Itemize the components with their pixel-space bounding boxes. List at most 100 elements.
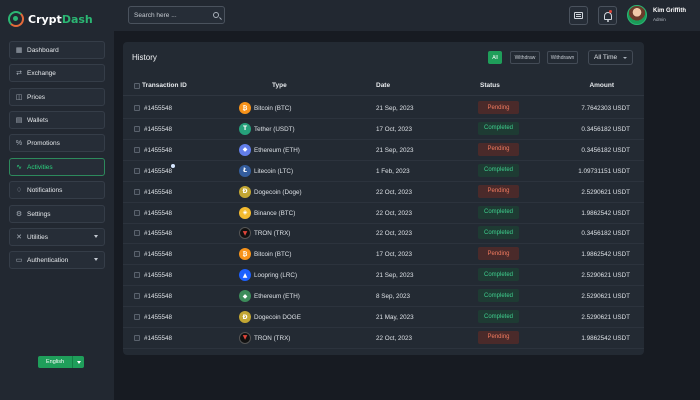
avatar[interactable] <box>627 5 647 25</box>
col-amount: Amount <box>589 82 614 89</box>
table-row[interactable]: #1455548 ₿ Bitcoin (BTC) 17 Oct, 2023 Pendin… <box>123 244 644 266</box>
chevron-down-icon[interactable] <box>72 356 85 368</box>
transaction-id: #1455548 <box>144 209 173 217</box>
transaction-type: Bitcoin (BTC) <box>254 105 292 112</box>
row-checkbox[interactable] <box>134 167 140 174</box>
sidebar-item-activities[interactable]: ∿ Activities <box>9 158 105 176</box>
sidebar-item-notifications[interactable]: ♢ Notifications <box>9 181 105 199</box>
sidebar-item-prices[interactable]: ◫ Prices <box>9 88 105 106</box>
status-badge: Pending <box>478 330 519 344</box>
transaction-date: 22 Oct, 2023 <box>376 230 413 238</box>
row-checkbox[interactable] <box>134 314 140 320</box>
transaction-date: 22 Oct, 2023 <box>376 188 413 196</box>
sidebar: CryptDash ▦ Dashboard ⇄ Exchange ◫ Prices ▤ Wal… <box>0 0 114 400</box>
language-button[interactable]: English <box>38 356 73 368</box>
sidebar-item-settings[interactable]: ⚙ Settings <box>9 205 105 223</box>
table-row[interactable]: #1455548 ◆ Ethereum (ETH) 8 Sep, 2023 Comple… <box>123 286 644 308</box>
transaction-amount: 0.3456182 USDT <box>581 125 630 133</box>
status-badge: Completed <box>478 310 519 323</box>
transaction-id: #1455548 <box>144 230 173 238</box>
row-checkbox[interactable] <box>134 146 140 153</box>
row-checkbox[interactable] <box>134 209 140 216</box>
notification-dot <box>609 10 612 13</box>
status-badge: Pending <box>478 247 519 261</box>
transaction-amount: 1.9862542 USDT <box>581 209 630 217</box>
brand-name: CryptDash <box>28 12 93 26</box>
btc-coin-icon: ₿ <box>239 102 251 114</box>
transaction-type: TRON (TRX) <box>254 334 291 342</box>
col-type: Type <box>272 82 287 89</box>
search-box[interactable] <box>128 6 225 24</box>
transaction-id: #1455548 <box>144 125 173 133</box>
table-row[interactable]: #1455548 Ð Dogecoin DOGE 21 May, 2023 Comple… <box>123 307 644 328</box>
sidebar-item-label: Activities <box>27 163 53 171</box>
brand-logo[interactable]: CryptDash <box>8 9 93 29</box>
transaction-type: Litecoin (LTC) <box>254 167 294 175</box>
filter-withdraw[interactable]: Withdraw <box>510 51 540 64</box>
ltc-coin-icon: Ł <box>239 164 251 177</box>
transaction-date: 1 Feb, 2023 <box>376 167 410 175</box>
messages-button[interactable] <box>569 6 588 25</box>
eth2-coin-icon: ◆ <box>239 290 251 303</box>
transaction-type: Tether (USDT) <box>254 125 295 133</box>
row-checkbox[interactable] <box>134 188 140 195</box>
user-name[interactable]: Kim Griffith <box>653 8 686 14</box>
sidebar-item-dashboard[interactable]: ▦ Dashboard <box>9 41 105 59</box>
transaction-id: #1455548 <box>144 293 173 301</box>
table-row[interactable]: #1455548 ◆ Ethereum (ETH) 21 Sep, 2023 Pendi… <box>123 140 644 161</box>
sidebar-item-wallets[interactable]: ▤ Wallets <box>9 111 105 129</box>
transaction-id: #1455548 <box>144 188 173 196</box>
sidebar-item-exchange[interactable]: ⇄ Exchange <box>9 64 105 82</box>
select-all-checkbox[interactable] <box>134 83 140 89</box>
sidebar-item-promotions[interactable]: % Promotions <box>9 134 105 152</box>
table-row[interactable]: #1455548 ◈ Binance (BTC) 22 Oct, 2023 Comple… <box>123 203 644 224</box>
table-row[interactable]: #1455548 ▲ Loopring (LRC) 21 Sep, 2023 Compl… <box>123 265 644 287</box>
row-checkbox[interactable] <box>134 272 140 279</box>
eth-coin-icon: ◆ <box>239 143 251 156</box>
transaction-type: TRON (TRX) <box>254 230 291 238</box>
filter-all[interactable]: All <box>488 51 502 64</box>
table-row[interactable]: #1455548 ▼ TRON (TRX) 22 Oct, 2023 Completed… <box>123 223 644 245</box>
transaction-id: #1455548 <box>144 251 173 259</box>
table-row[interactable]: #1455548 Ð Dogecoin (Doge) 22 Oct, 2023 Pend… <box>123 182 644 203</box>
transaction-amount: 2.5290621 USDT <box>581 293 630 301</box>
language-selector[interactable]: English <box>38 356 85 368</box>
status-badge: Completed <box>478 268 519 282</box>
search-input[interactable] <box>134 10 212 21</box>
search-icon[interactable] <box>213 12 219 18</box>
price-tag-icon: ◫ <box>15 94 23 101</box>
lrc-coin-icon: ▲ <box>239 269 251 282</box>
row-checkbox[interactable] <box>134 105 140 111</box>
trx-coin-icon: ▼ <box>239 331 251 344</box>
notifications-button[interactable] <box>598 6 617 25</box>
table-row[interactable]: #1455548 T Tether (USDT) 17 Oct, 2023 Comple… <box>123 119 644 140</box>
table-header: Transaction ID Type Date Status Amount <box>123 76 644 96</box>
top-header: Kim Griffith Admin <box>114 0 700 31</box>
percent-icon: % <box>15 139 23 147</box>
table-row[interactable]: #1455548 Ł Litecoin (LTC) 1 Feb, 2023 Comple… <box>123 161 644 182</box>
logo-icon <box>8 11 24 27</box>
row-checkbox[interactable] <box>134 293 140 300</box>
row-checkbox[interactable] <box>134 230 140 237</box>
table-row[interactable]: #1455548 ▼ TRON (TRX) 22 Oct, 2023 Pending 1.… <box>123 328 644 349</box>
row-checkbox[interactable] <box>134 251 140 258</box>
status-badge: Completed <box>478 226 519 240</box>
table-row[interactable]: #1455548 ₿ Bitcoin (BTC) 21 Sep, 2023 Pendin… <box>123 98 644 119</box>
sidebar-item-label: Exchange <box>27 69 56 77</box>
wallet-icon: ▤ <box>15 117 23 124</box>
tools-icon: ✕ <box>16 234 22 241</box>
status-badge: Pending <box>478 142 519 156</box>
activity-icon: ∿ <box>16 164 22 171</box>
message-icon <box>574 12 583 19</box>
col-transaction-id: Transaction ID <box>142 82 187 89</box>
transaction-amount: 1.09731151 USDT <box>578 167 630 175</box>
row-checkbox[interactable] <box>134 125 140 132</box>
row-checkbox[interactable] <box>134 334 140 341</box>
briefcase-icon: ▭ <box>15 257 23 264</box>
filter-withdrawn[interactable]: Withdrawn <box>547 51 578 64</box>
sidebar-item-utilities[interactable]: ✕ Utilities <box>9 228 105 246</box>
transaction-amount: 2.5290621 USDT <box>581 314 630 321</box>
status-badge: Completed <box>478 163 519 177</box>
sidebar-item-authentication[interactable]: ▭ Authentication <box>9 251 105 269</box>
period-select[interactable]: All Time <box>588 50 633 65</box>
